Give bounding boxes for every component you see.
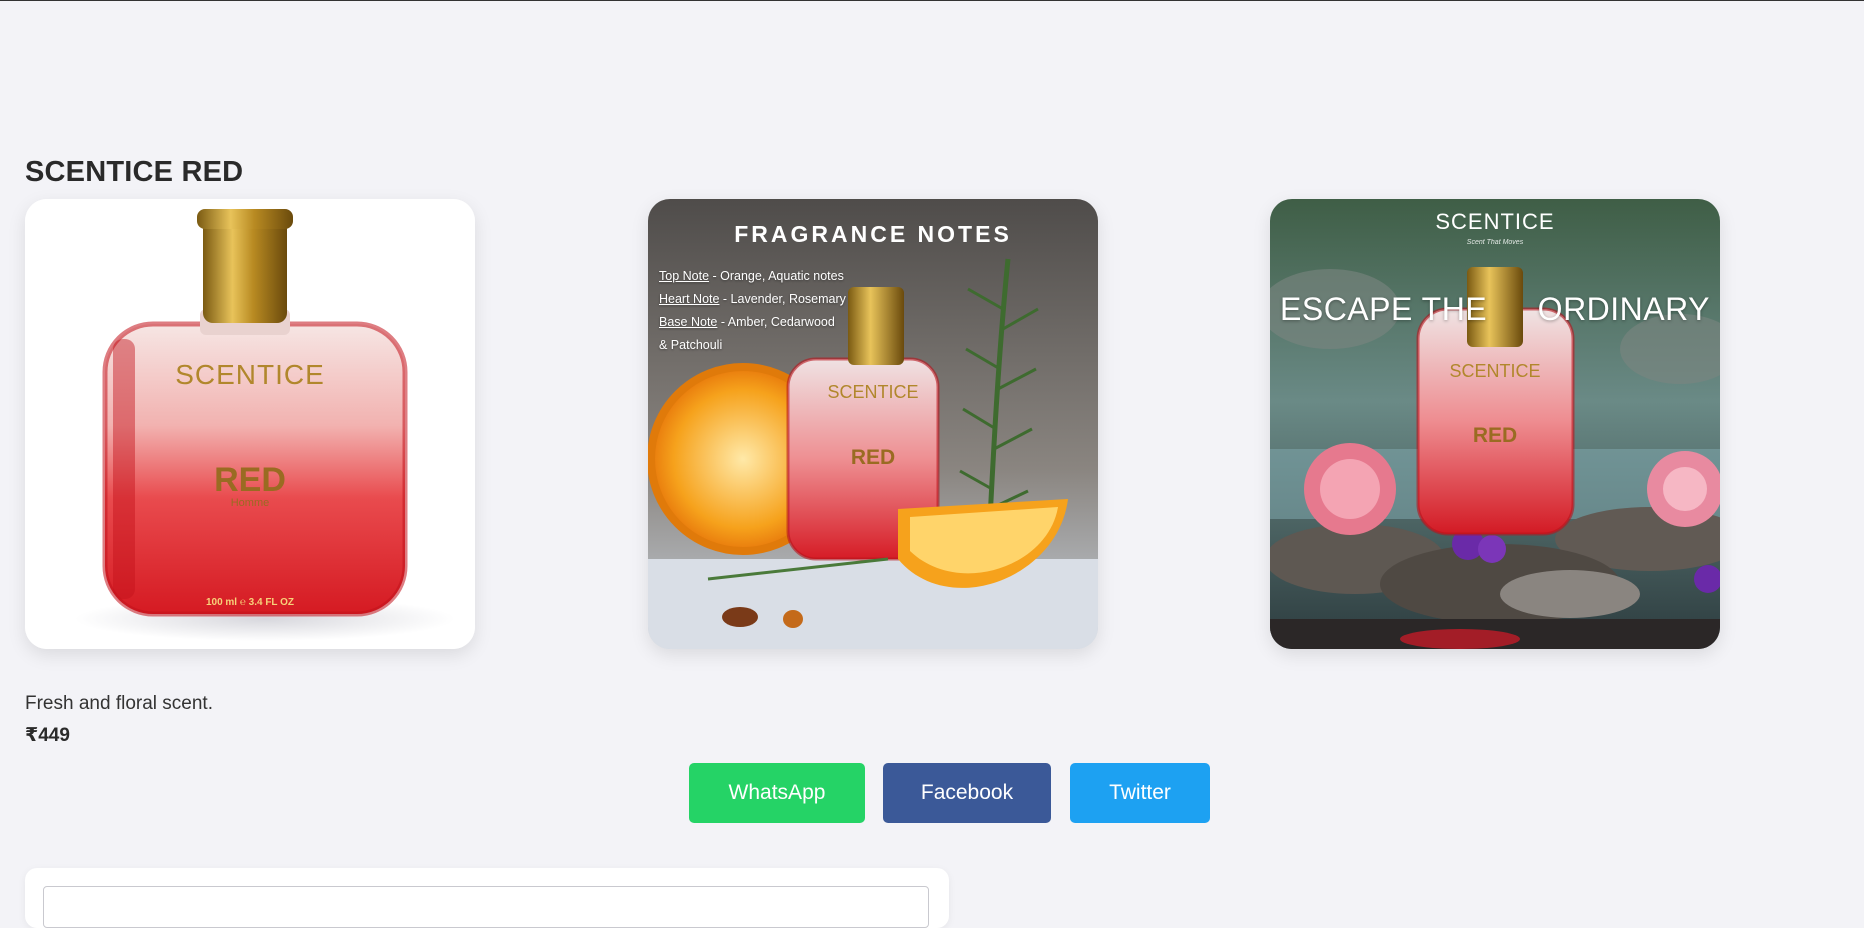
share-facebook-button[interactable]: Facebook [883, 763, 1051, 823]
product-image-main[interactable]: SCENTICE RED Homme 100 ml ℮ 3.4 FL OZ [25, 199, 475, 649]
top-border [0, 0, 1864, 1]
share-twitter-button[interactable]: Twitter [1070, 763, 1210, 823]
lifestyle-bottle-brand: SCENTICE [1449, 361, 1541, 381]
bottle-volume-label: 100 ml ℮ 3.4 FL OZ [205, 597, 295, 608]
note-line: Heart Note - Lavender, Rosemary [659, 292, 846, 306]
note-line: Top Note - Orange, Aquatic notes [659, 269, 844, 283]
bottle-illustration [25, 199, 475, 649]
lifestyle-headline: ESCAPE THE ORDINARY [1270, 291, 1720, 328]
notes-bottle-name: RED [850, 446, 896, 469]
lifestyle-tagline: Scent That Moves [1466, 239, 1524, 246]
lifestyle-brand: SCENTICE [1435, 209, 1555, 234]
product-image-notes[interactable]: FRAGRANCE NOTES Top Note - Orange, Aquat… [648, 199, 1098, 649]
headline-left: ESCAPE THE [1280, 291, 1488, 327]
bottle-name-label: RED [214, 461, 286, 499]
headline-right: ORDINARY [1537, 291, 1710, 327]
notes-list: Top Note - Orange, Aquatic notes Heart N… [659, 265, 846, 357]
notes-bottle-brand: SCENTICE [827, 382, 919, 402]
notes-heading: FRAGRANCE NOTES [734, 221, 1012, 247]
note-line: & Patchouli [659, 338, 723, 352]
product-title: SCENTICE RED [25, 156, 244, 188]
share-whatsapp-button[interactable]: WhatsApp [689, 763, 865, 823]
product-price: ₹449 [25, 725, 70, 746]
review-panel [25, 868, 949, 928]
product-image-lifestyle[interactable]: SCENTICE Scent That Moves ESCAPE THE ORD… [1270, 199, 1720, 649]
note-line: Base Note - Amber, Cedarwood [659, 315, 835, 329]
bottle-brand-label: SCENTICE [175, 359, 325, 390]
lifestyle-bottle-name: RED [1472, 424, 1518, 447]
review-input[interactable] [43, 886, 929, 928]
bottle-sub-label: Homme [230, 497, 270, 509]
product-description: Fresh and floral scent. [25, 693, 213, 714]
